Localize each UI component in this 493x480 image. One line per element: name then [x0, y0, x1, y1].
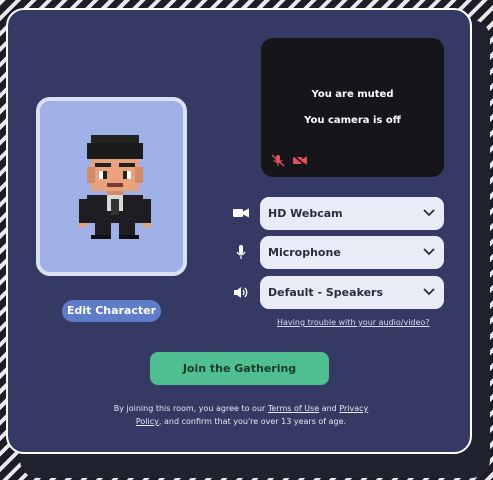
chevron-down-icon	[423, 248, 435, 256]
legal-text: , and confirm that you're over 13 years …	[158, 417, 347, 426]
video-preview: You are muted You camera is off	[261, 38, 444, 177]
av-trouble-link[interactable]: Having trouble with your audio/video?	[277, 318, 430, 327]
edit-character-button[interactable]: Edit Character	[62, 300, 161, 322]
microphone-icon	[236, 245, 246, 259]
legal-text: and	[319, 404, 340, 413]
mic-muted-icon[interactable]	[271, 154, 285, 167]
speaker-select[interactable]: Default - Speakers	[260, 276, 444, 309]
video-camera-icon	[233, 208, 249, 218]
chevron-down-icon	[423, 209, 435, 217]
chevron-down-icon	[423, 288, 435, 296]
terms-of-use-link[interactable]: Terms of Use	[268, 404, 319, 413]
join-gathering-button[interactable]: Join the Gathering	[150, 352, 329, 385]
camera-off-icon[interactable]	[292, 154, 308, 167]
muted-status: You are muted	[311, 89, 394, 100]
microphone-select[interactable]: Microphone	[260, 236, 444, 269]
avatar-preview	[36, 97, 187, 276]
speaker-select-value: Default - Speakers	[268, 286, 384, 299]
legal-text: By joining this room, you agree to our	[113, 404, 268, 413]
legal-notice: By joining this room, you agree to our T…	[106, 402, 376, 428]
camera-select-value: HD Webcam	[268, 207, 343, 220]
speaker-icon	[234, 287, 248, 298]
camera-select[interactable]: HD Webcam	[260, 197, 444, 230]
avatar	[79, 135, 151, 239]
camera-status: You camera is off	[304, 115, 401, 126]
microphone-select-value: Microphone	[268, 246, 341, 259]
